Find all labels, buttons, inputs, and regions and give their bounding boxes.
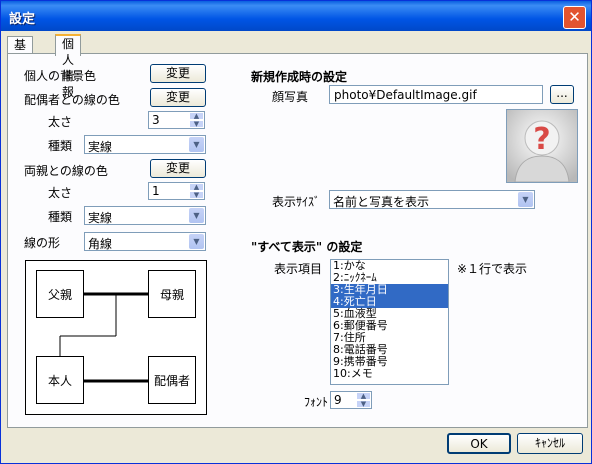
- window-title: 設定: [9, 12, 36, 27]
- close-icon[interactable]: ✕: [563, 6, 586, 29]
- arrow-down-icon[interactable]: ▼: [189, 191, 204, 199]
- spouse-type-label: 種類: [48, 139, 73, 153]
- line-preview-diagram: 父親 母親 本人 配偶者: [25, 260, 207, 415]
- display-size-label: 表示ｻｲｽﾞ: [272, 195, 321, 209]
- spouse-thickness-stepper[interactable]: 3 ▲ ▼: [148, 111, 205, 129]
- parents-thickness-value: 1: [152, 184, 160, 198]
- arrow-down-icon[interactable]: ▼: [189, 120, 204, 128]
- display-size-select[interactable]: 名前と写真を表示 ▼: [329, 190, 535, 209]
- spouse-type-select[interactable]: 実線 ▼: [84, 135, 206, 154]
- spouse-type-value: 実線: [88, 140, 113, 154]
- chevron-down-icon[interactable]: ▼: [189, 137, 204, 152]
- new-settings-heading: 新規作成時の設定: [251, 70, 348, 84]
- person-question-icon: ?: [507, 110, 577, 183]
- chevron-down-icon[interactable]: ▼: [189, 208, 204, 223]
- person-bg-label: 個人の背景色: [24, 69, 97, 83]
- browse-button[interactable]: ...: [550, 85, 574, 104]
- title-bar[interactable]: 設定 ✕: [1, 1, 591, 31]
- line-shape-value: 角線: [88, 237, 113, 251]
- spouse-line-change-button[interactable]: 変更: [150, 88, 206, 107]
- arrow-up-icon[interactable]: ▲: [189, 112, 204, 120]
- one-line-note: ※１行で表示: [457, 262, 528, 276]
- display-size-value: 名前と写真を表示: [333, 195, 430, 209]
- tab-basic[interactable]: 基本: [7, 36, 34, 68]
- line-shape-select[interactable]: 角線 ▼: [84, 232, 206, 251]
- spouse-box: 配偶者: [148, 356, 196, 404]
- tab-panel: 個人の背景色 変更 配偶者との線の色 変更 太さ 3 ▲ ▼ 種類 実線 ▼ 両…: [7, 53, 588, 428]
- person-bg-change-button[interactable]: 変更: [150, 64, 206, 83]
- spouse-thickness-value: 3: [152, 113, 160, 127]
- photo-path-value: photo¥DefaultImage.gif: [334, 88, 477, 102]
- list-item[interactable]: 10:メモ: [331, 368, 448, 380]
- cancel-button[interactable]: ｷｬﾝｾﾙ: [517, 433, 583, 454]
- parents-thickness-stepper[interactable]: 1 ▲ ▼: [148, 182, 205, 200]
- parents-type-value: 実線: [88, 211, 113, 225]
- photo-path-field[interactable]: photo¥DefaultImage.gif: [329, 85, 543, 104]
- parents-line-change-button[interactable]: 変更: [150, 159, 206, 178]
- ok-button[interactable]: OK: [447, 433, 511, 454]
- arrow-up-icon[interactable]: ▲: [356, 392, 371, 400]
- chevron-down-icon[interactable]: ▼: [189, 234, 204, 249]
- line-shape-label: 線の形: [24, 236, 61, 250]
- arrow-up-icon[interactable]: ▲: [189, 183, 204, 191]
- parents-thickness-label: 太さ: [48, 186, 73, 200]
- parents-line-label: 両親との線の色: [24, 164, 108, 178]
- display-items-list[interactable]: 1:かな 2:ﾆｯｸﾈｰﾑ 3:生年月日 4:死亡日 5:血液型 6:郵便番号 …: [330, 259, 449, 385]
- arrow-down-icon[interactable]: ▼: [356, 400, 371, 408]
- font-size-stepper[interactable]: 9 ▲ ▼: [330, 391, 372, 409]
- tab-personal-info[interactable]: 個人情報: [55, 34, 82, 99]
- photo-label: 顔写真: [272, 90, 309, 104]
- parents-type-label: 種類: [48, 210, 73, 224]
- photo-preview: ?: [506, 109, 578, 183]
- display-items-label: 表示項目: [274, 262, 323, 276]
- parents-type-select[interactable]: 実線 ▼: [84, 206, 206, 225]
- spouse-thickness-label: 太さ: [48, 115, 73, 129]
- mother-box: 母親: [148, 270, 196, 318]
- svg-text:?: ?: [533, 122, 550, 157]
- settings-dialog: 設定 ✕ 基本 個人情報 個人の背景色 変更 配偶者との線の色 変更 太さ 3 …: [0, 0, 592, 464]
- font-size-value: 9: [334, 393, 342, 407]
- self-box: 本人: [36, 356, 84, 404]
- chevron-down-icon[interactable]: ▼: [518, 192, 533, 207]
- font-label: ﾌｫﾝﾄ: [304, 395, 329, 409]
- show-all-heading: "すべて表示" の設定: [251, 240, 363, 254]
- father-box: 父親: [36, 270, 84, 318]
